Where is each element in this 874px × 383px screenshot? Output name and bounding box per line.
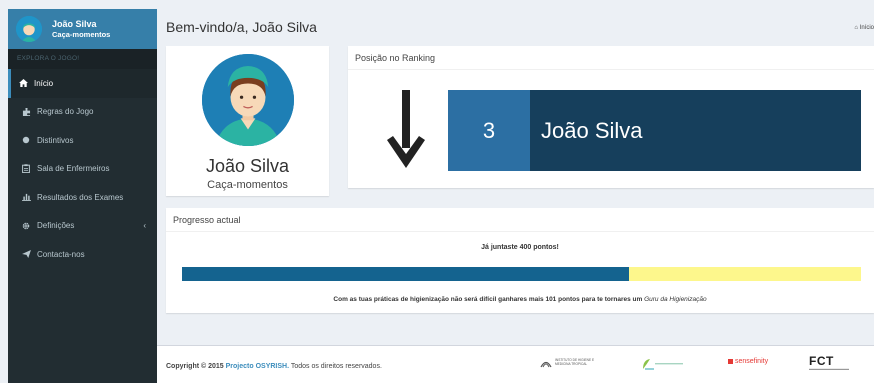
sensefinity-mark-icon: [728, 359, 733, 364]
fct-logo[interactable]: FCT: [809, 354, 849, 371]
home-icon: ⌂: [854, 25, 858, 31]
sensefinity-wordmark: sensefinity: [735, 358, 769, 365]
sidebar-item-label: Regras do Jogo: [37, 107, 94, 117]
sidebar-item-resultados[interactable]: Resultados dos Exames: [8, 183, 157, 212]
profile-name: João Silva: [205, 156, 290, 176]
sidebar-item-label: Sala de Enfermeiros: [37, 164, 110, 174]
partner-wordmark-icon: [655, 363, 683, 365]
bar-chart-icon: [21, 193, 31, 202]
fct-subtitle-icon: [809, 368, 849, 370]
footer: Copyright © 2015 Projecto OSYRISH. Todos…: [157, 345, 874, 383]
rights-text: Todos os direitos reservados.: [289, 363, 382, 370]
user-avatar: [16, 16, 42, 42]
send-icon: [21, 250, 31, 259]
breadcrumb-item: Início: [859, 25, 874, 31]
profile-card: João Silva Caça-momentos: [166, 46, 329, 196]
sidebar-item-distintivos[interactable]: Distintivos: [8, 126, 157, 155]
breadcrumb[interactable]: ⌂ Início: [854, 25, 874, 31]
nurse-avatar-icon: [16, 16, 42, 42]
progress-hint-level: Guru da Higienização: [644, 296, 707, 303]
ranking-player-name: João Silva: [530, 90, 861, 171]
user-panel[interactable]: João Silva Caça-momentos: [8, 9, 157, 49]
sidebar-item-inicio[interactable]: Início: [8, 69, 157, 98]
partner-logo[interactable]: [641, 358, 683, 370]
gear-icon: [21, 222, 31, 230]
home-icon: [18, 79, 28, 88]
circle-icon: [21, 136, 31, 144]
arrow-down-icon: [387, 90, 425, 168]
copyright: Copyright © 2015 Projecto OSYRISH. Todos…: [166, 363, 382, 370]
app-root: João Silva Caça-momentos EXPLORA O JOGO!…: [0, 0, 874, 383]
ihmt-line2: MEDICINA TROPICAL: [555, 362, 588, 366]
progress-bar-fill: [182, 267, 630, 281]
progress-hint-text: Com as tuas práticas de higienização não…: [333, 296, 643, 303]
copyright-label: Copyright © 2015: [166, 363, 224, 370]
profile-role: Caça-momentos: [207, 179, 288, 191]
ihmt-logo[interactable]: INSTITUTO DE HIGIENE E MEDICINA TROPICAL: [540, 358, 594, 368]
ranking-banner: 3 João Silva: [448, 90, 861, 171]
nurse-avatar-icon: [201, 54, 294, 146]
user-name: João Silva: [52, 18, 97, 29]
ihmt-emblem-icon: [540, 361, 552, 368]
sidebar-item-label: Resultados dos Exames: [37, 192, 124, 202]
progress-message: Já juntaste 400 pontos!: [481, 244, 559, 251]
ranking-title: Posição no Ranking: [348, 46, 874, 70]
chevron-left-icon: ‹: [143, 221, 146, 231]
progress-card: Progresso actual Já juntaste 400 pontos!…: [166, 208, 874, 313]
sidebar-item-definicoes[interactable]: Definições ‹: [8, 212, 157, 241]
sensefinity-logo[interactable]: sensefinity: [728, 358, 768, 365]
sidebar-item-label: Contacta-nos: [37, 249, 85, 259]
sidebar-item-regras[interactable]: Regras do Jogo: [8, 98, 157, 127]
sidebar: João Silva Caça-momentos EXPLORA O JOGO!…: [8, 9, 157, 383]
sidebar-item-label: Distintivos: [37, 135, 74, 145]
leaf-logo-icon: [643, 359, 654, 370]
page-title: Bem-vindo/a, João Silva: [166, 19, 317, 35]
progress-bar: [182, 267, 861, 281]
content-header: Bem-vindo/a, João Silva ⌂ Início: [166, 19, 874, 39]
sidebar-header: EXPLORA O JOGO!: [8, 49, 157, 69]
ranking-position: 3: [448, 90, 530, 171]
user-role: Caça-momentos: [52, 29, 111, 39]
puzzle-icon: [21, 107, 31, 116]
progress-hint: Com as tuas práticas de higienização não…: [166, 296, 874, 303]
sidebar-item-sala[interactable]: Sala de Enfermeiros: [8, 155, 157, 184]
clipboard-icon: [21, 164, 31, 174]
sidebar-item-label: Definições: [37, 221, 75, 231]
project-link[interactable]: Projecto OSYRISH.: [226, 363, 289, 370]
fct-wordmark: FCT: [809, 354, 834, 368]
sidebar-item-contacta[interactable]: Contacta-nos: [8, 240, 157, 269]
profile-avatar: [201, 54, 294, 146]
sidebar-item-label: Início: [34, 78, 54, 88]
progress-title: Progresso actual: [166, 208, 874, 232]
